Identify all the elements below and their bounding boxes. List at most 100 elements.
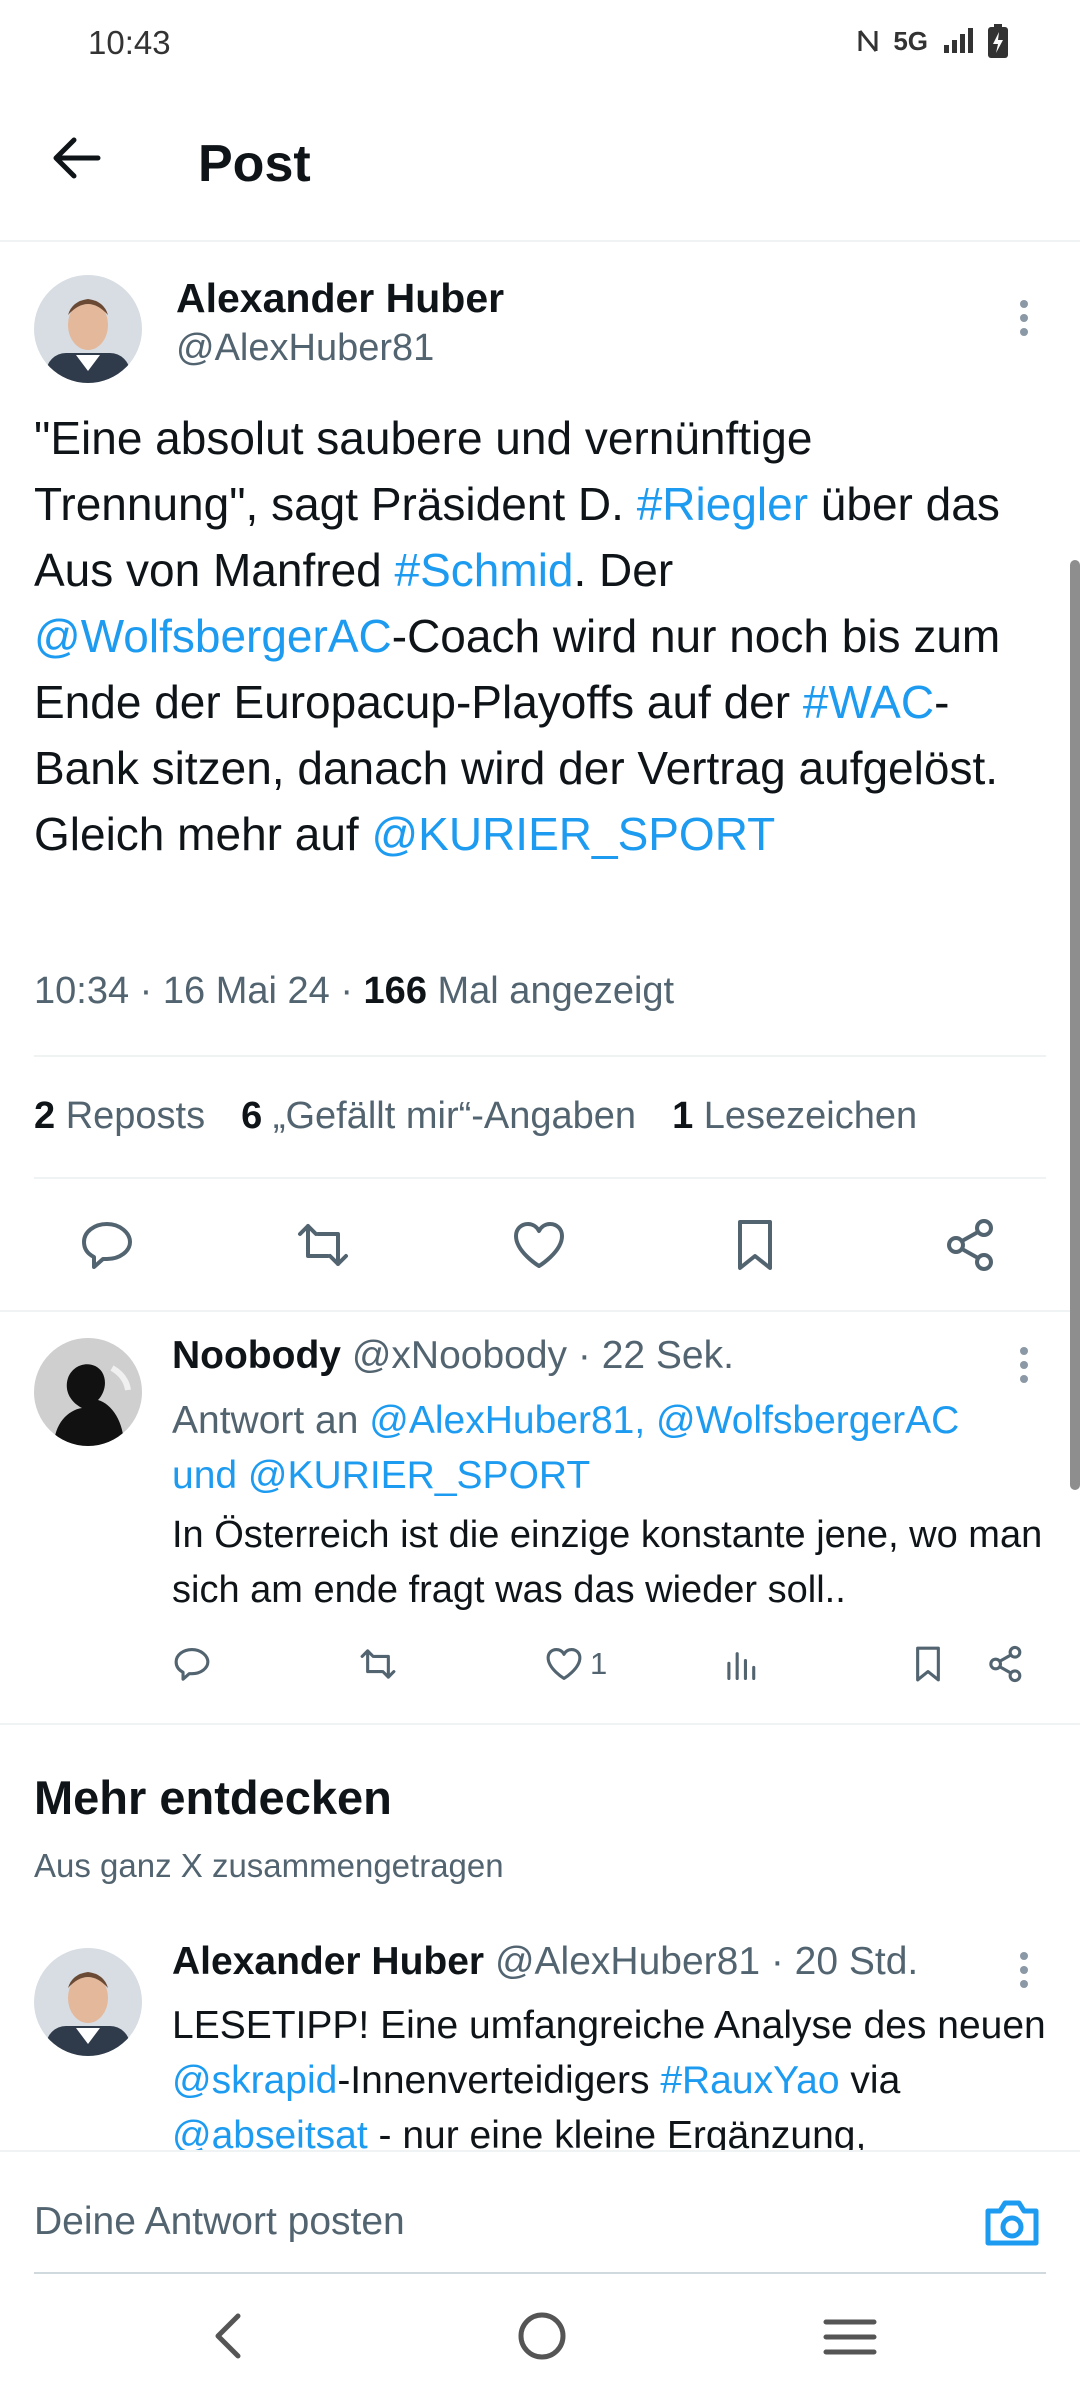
discover-text-segment: via: [839, 2059, 901, 2102]
bookmark-icon: [738, 1220, 772, 1270]
reply-text: In Österreich ist die einzige konstante …: [172, 1514, 1043, 1611]
more-vertical-icon: [1020, 1952, 1028, 1988]
post-text-link[interactable]: #Schmid: [395, 544, 574, 596]
back-button[interactable]: [48, 130, 104, 186]
signal-icon: [942, 27, 974, 55]
more-vertical-icon: [1020, 300, 1028, 336]
system-navbar: [0, 2276, 1080, 2404]
reply-author-avatar[interactable]: [34, 1338, 142, 1446]
arrow-left-icon: [53, 137, 101, 179]
reply-button[interactable]: [78, 1216, 136, 1274]
nav-home-button[interactable]: [514, 2308, 570, 2364]
author-handle[interactable]: @AlexHuber81: [176, 327, 434, 370]
discover-time: · 20 Std.: [770, 1940, 919, 1983]
reply-author-handle[interactable]: @xNoobody: [352, 1334, 567, 1377]
post-text-link[interactable]: @KURIER_SPORT: [371, 808, 775, 860]
post-text-link[interactable]: #Riegler: [637, 478, 808, 530]
reposts-stat[interactable]: 2 Reposts: [34, 1095, 205, 1138]
discover-subtitle: Aus ganz X zusammengetragen: [34, 1847, 504, 1884]
chevron-left-icon: [215, 2313, 241, 2359]
bookmarks-label: Lesezeichen: [703, 1095, 918, 1137]
author-avatar[interactable]: [34, 275, 142, 383]
discover-author-avatar[interactable]: [34, 1948, 142, 2056]
post-text-link[interactable]: @WolfsbergerAC: [34, 610, 392, 662]
scrollbar[interactable]: [1070, 560, 1080, 1490]
discover-item-text: LESETIPP! Eine umfangreiche Analyse des …: [172, 1998, 1052, 2163]
author-name[interactable]: Alexander Huber: [176, 275, 504, 322]
reply-input[interactable]: Deine Antwort posten: [34, 2200, 405, 2244]
reply-header: Noobody @xNoobody · 22 Sek.: [172, 1334, 734, 1378]
reposts-label: Reposts: [65, 1095, 206, 1137]
more-vertical-icon: [1020, 1347, 1028, 1383]
post-stats: 2 Reposts 6 „Gefällt mir“-Angaben 1 Lese…: [34, 1095, 917, 1138]
heart-icon: [546, 1647, 582, 1681]
status-time: 10:43: [88, 24, 171, 61]
actions-divider: [0, 1310, 1080, 1312]
views-label: Mal angezeigt: [437, 970, 675, 1012]
reply-to: Antwort an @AlexHuber81, @WolfsbergerAC …: [172, 1393, 1032, 1503]
bookmarks-stat[interactable]: 1 Lesezeichen: [672, 1095, 917, 1138]
discover-text-segment: LESETIPP! Eine umfangreiche Analyse des …: [172, 2004, 1046, 2047]
discover-text-link[interactable]: #RauxYao: [660, 2059, 839, 2102]
bookmark-button[interactable]: [726, 1216, 784, 1274]
reply-reply-button[interactable]: [172, 1644, 212, 1684]
like-button[interactable]: [510, 1216, 568, 1274]
camera-icon: [985, 2200, 1039, 2246]
repost-icon: [360, 1649, 396, 1679]
meta-divider: [34, 1055, 1046, 1057]
menu-lines-icon: [823, 2319, 877, 2355]
comment-icon: [174, 1647, 210, 1681]
discover-text-link[interactable]: @skrapid: [172, 2059, 337, 2102]
header-divider: [0, 240, 1080, 242]
reply-repost-button[interactable]: [358, 1644, 398, 1684]
home-circle-icon: [518, 2312, 566, 2360]
discover-author-handle[interactable]: @AlexHuber81: [495, 1940, 760, 1983]
reply-to-prefix: Antwort an: [172, 1399, 359, 1442]
reposts-count: 2: [34, 1095, 56, 1137]
discover-author-name[interactable]: Alexander Huber: [172, 1940, 484, 1983]
reply-divider: [0, 1723, 1080, 1725]
author-avatar-image: [34, 275, 142, 383]
post-meta: 10:34 · 16 Mai 24 · 166 Mal angezeigt: [34, 970, 675, 1012]
repost-button[interactable]: [294, 1216, 352, 1274]
views-count: 166: [363, 970, 427, 1012]
network-label: 5G: [893, 25, 928, 56]
bookmarks-count: 1: [672, 1095, 694, 1137]
reply-more-button[interactable]: [1018, 1345, 1030, 1385]
heart-icon: [514, 1222, 564, 1268]
analytics-icon: [727, 1652, 756, 1681]
reply-author-name[interactable]: Noobody: [172, 1334, 341, 1377]
post-text-segment: . Der: [573, 544, 674, 596]
reply-views-button[interactable]: [722, 1644, 762, 1684]
likes-count: 6: [241, 1095, 263, 1137]
discover-title: Mehr entdecken: [34, 1771, 392, 1824]
share-icon: [989, 1645, 1022, 1683]
reply-like-button[interactable]: 1: [544, 1644, 607, 1684]
likes-label: „Gefällt mir“-Angaben: [272, 1095, 637, 1137]
repost-icon: [298, 1224, 348, 1266]
nav-recents-button[interactable]: [822, 2314, 878, 2360]
post-more-button[interactable]: [1018, 298, 1030, 338]
camera-button[interactable]: [982, 2195, 1042, 2251]
reply-like-count: 1: [590, 1646, 608, 1681]
post-date: 16 Mai 24: [162, 970, 330, 1012]
share-icon: [947, 1219, 993, 1271]
status-icons: 5G: [857, 24, 1008, 58]
reply-share-button[interactable]: [986, 1644, 1026, 1684]
share-button[interactable]: [942, 1216, 1000, 1274]
post-text: "Eine absolut saubere und vernünftige Tr…: [34, 405, 1044, 867]
page-title: Post: [198, 135, 311, 193]
post-text-link[interactable]: #WAC: [803, 676, 934, 728]
reply-time: · 22 Sek.: [577, 1334, 734, 1377]
likes-stat[interactable]: 6 „Gefällt mir“-Angaben: [241, 1095, 636, 1138]
stats-divider: [34, 1177, 1046, 1179]
discover-avatar-image: [34, 1948, 142, 2056]
nav-back-button[interactable]: [206, 2306, 250, 2366]
comment-icon: [82, 1222, 132, 1269]
discover-more-button[interactable]: [1018, 1950, 1030, 1990]
nfc-icon: [857, 27, 879, 55]
reply-bookmark-button[interactable]: [908, 1644, 948, 1684]
bookmark-icon: [916, 1646, 940, 1682]
composer-underline: [34, 2272, 1046, 2274]
discover-item-header: Alexander Huber @AlexHuber81 · 20 Std.: [172, 1940, 918, 1984]
